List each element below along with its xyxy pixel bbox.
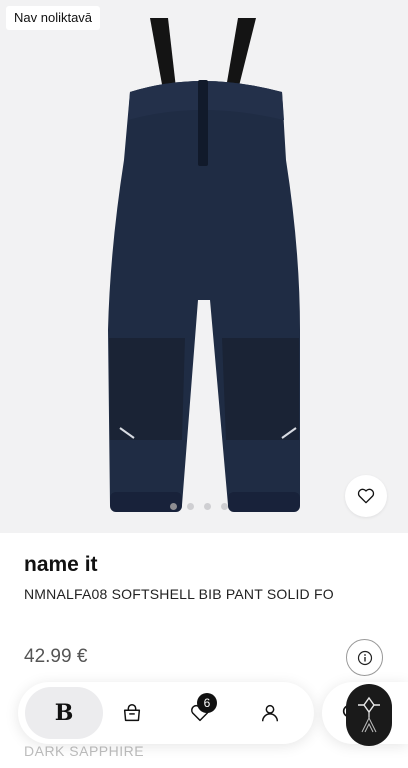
brand-name[interactable]: name it bbox=[24, 553, 98, 577]
tab-bag[interactable] bbox=[118, 699, 146, 727]
product-image[interactable]: Nav noliktavā bbox=[0, 0, 408, 533]
gallery-dot[interactable] bbox=[204, 503, 211, 510]
user-icon bbox=[261, 704, 279, 722]
favorite-button[interactable] bbox=[345, 475, 387, 517]
info-button[interactable] bbox=[346, 639, 383, 676]
assistant-icon bbox=[358, 696, 380, 733]
shopping-bag-icon bbox=[123, 704, 141, 722]
color-label: DARK SAPPHIRE bbox=[24, 743, 145, 759]
tab-account[interactable] bbox=[256, 699, 284, 727]
heart-icon bbox=[357, 488, 375, 504]
info-icon bbox=[357, 650, 372, 665]
gallery-dot[interactable] bbox=[221, 503, 228, 510]
pants-illustration bbox=[108, 18, 300, 512]
gallery-pagination bbox=[170, 503, 228, 510]
assistant-button[interactable] bbox=[346, 684, 392, 746]
gallery-dot[interactable] bbox=[170, 503, 177, 510]
wishlist-count-badge: 6 bbox=[197, 693, 217, 713]
bottom-tab-bar: B 6 bbox=[18, 682, 314, 744]
product-price: 42.99 € bbox=[24, 646, 88, 667]
brand-logo: B bbox=[54, 700, 74, 726]
tab-home[interactable]: B bbox=[25, 687, 103, 739]
stock-badge: Nav noliktavā bbox=[6, 6, 101, 30]
product-title: NMNALFA08 SOFTSHELL BIB PANT SOLID FO bbox=[24, 586, 334, 602]
gallery-dot[interactable] bbox=[187, 503, 194, 510]
